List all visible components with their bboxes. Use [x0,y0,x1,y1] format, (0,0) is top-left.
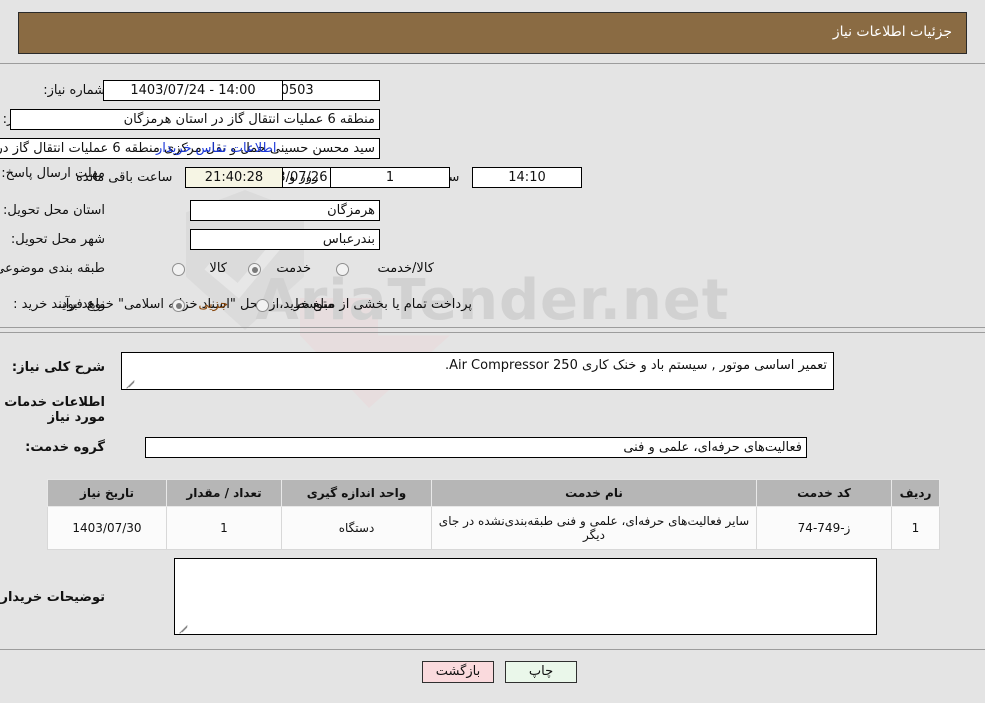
page-header-bar: جزئیات اطلاعات نیاز [18,12,967,54]
province-value: هرمزگان [190,200,380,221]
service-group-label: گروه خدمت: [25,440,105,455]
buyer-org-value: منطقه 6 عملیات انتقال گاز در استان هرمزگ… [10,109,380,130]
category-option-service[interactable]: خدمت [276,261,311,276]
description-label: شرح کلی نیاز: [11,360,105,375]
services-table: ردیف کد خدمت نام خدمت واحد اندازه گیری ت… [47,479,940,550]
need-number-label: شماره نیاز: [43,83,105,98]
description-textarea[interactable]: تعمیر اساسی موتور , سیستم باد و خنک کاری… [121,352,834,390]
province-label: استان محل تحویل: [3,203,105,218]
public-announce-value: 1403/07/24 - 14:00 [103,80,283,101]
process-option-medium[interactable]: متوسط [293,297,334,312]
column-header-date: تاریخ نیاز [47,479,167,507]
deadline-countdown-label: ساعت باقی مانده [76,170,173,185]
category-radio-goods[interactable] [172,263,185,276]
city-value: بندرعباس [190,229,380,250]
deadline-days-value: 1 [330,167,450,188]
page-root: AriaTender.net جزئیات اطلاعات نیاز شماره… [0,0,985,703]
column-header-unit: واحد اندازه گیری [281,479,432,507]
process-radio-minor[interactable] [172,299,185,312]
cell-date: 1403/07/30 [47,506,167,550]
category-radio-service[interactable] [248,263,261,276]
page-title: جزئیات اطلاعات نیاز [832,24,952,40]
print-button[interactable]: چاپ [505,661,577,683]
cell-name: سایر فعالیت‌های حرفه‌ای، علمی و فنی طبقه… [431,506,757,550]
buyer-contact-link[interactable]: اطلاعات تماس خریدار [156,141,276,156]
process-radio-medium[interactable] [256,299,269,312]
column-header-name: نام خدمت [431,479,757,507]
resize-grip-icon-notes[interactable] [178,621,189,632]
category-radio-goods-service[interactable] [336,263,349,276]
cell-code: ز-749-74 [756,506,892,550]
category-option-goods-service[interactable]: کالا/خدمت [377,261,434,276]
deadline-days-label: روز و [289,170,319,185]
column-header-row-no: ردیف [891,479,940,507]
service-group-value: فعالیت‌های حرفه‌ای، علمی و فنی [145,437,807,458]
table-header-row: ردیف کد خدمت نام خدمت واحد اندازه گیری ت… [47,479,940,507]
buyer-notes-label: توضیحات خریدار: [0,590,105,605]
cell-row-no: 1 [891,506,940,550]
resize-grip-icon[interactable] [125,376,136,387]
table-row: 1 ز-749-74 سایر فعالیت‌های حرفه‌ای، علمی… [47,506,940,550]
column-header-qty: تعداد / مقدار [166,479,282,507]
cell-unit: دستگاه [281,506,432,550]
city-label: شهر محل تحویل: [10,232,105,247]
column-header-code: کد خدمت [756,479,892,507]
cell-qty: 1 [166,506,282,550]
category-label: طبقه بندی موضوعی: [0,261,105,276]
services-section-heading: اطلاعات خدمات مورد نیاز [4,395,105,425]
back-button[interactable]: بازگشت [422,661,494,683]
process-option-minor[interactable]: جزیی [198,297,228,312]
deadline-countdown-value: 21:40:28 [185,167,283,188]
category-option-goods[interactable]: کالا [209,261,227,276]
deadline-hour-value: 14:10 [472,167,582,188]
description-value: تعمیر اساسی موتور , سیستم باد و خنک کاری… [444,358,827,373]
top-info-panel [0,63,985,328]
buyer-notes-textarea[interactable] [174,558,877,635]
